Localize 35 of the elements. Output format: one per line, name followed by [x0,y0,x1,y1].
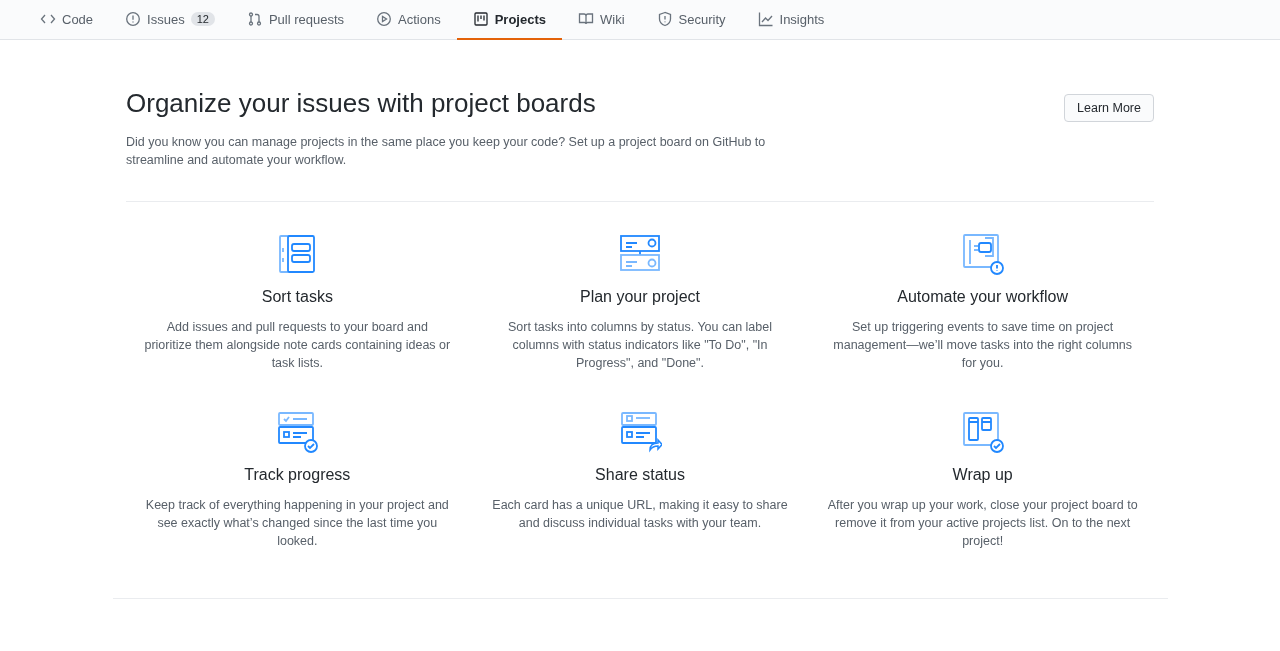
repo-tab[interactable]: Code [24,0,110,40]
intro-text: Did you know you can manage projects in the same place you keep your code? Set up a project board on GitHub to streamline and automate your workflow. [126,134,767,169]
feature-description: Sort tasks into columns by status. You can label columns with status indicators like "To Do", "In Progress", and "Done". [506,319,773,372]
play-icon [376,11,393,27]
repo-tab[interactable]: Actions [360,0,457,40]
feature-title: Automate your workflow [897,288,1068,306]
feature-description: After you wrap up your work, close your project board to remove it from your active projects list. On to the next project! [827,497,1138,550]
feature-title: Track progress [244,466,351,484]
feature-description: Keep track of everything happening in your project and see exactly what’s changed since the last time you looked. [144,497,450,550]
pull-request-icon [246,11,263,27]
repo-tab[interactable]: Pull requests [230,0,361,40]
page-heading: Organize your issues with project boards [126,88,597,119]
repo-tab[interactable]: Insights [741,0,841,40]
issue-count-badge: 12 [190,12,215,26]
board-icon [472,11,489,27]
repo-tab[interactable]: Security [640,0,742,40]
repo-tab[interactable]: Wiki [562,0,641,40]
feature-description: Set up triggering events to save time on project management—we’ll move tasks into the right columns for you. [832,319,1134,372]
shield-icon [656,11,673,27]
feature-title: Wrap up [952,466,1013,484]
share-card-icon [618,410,662,454]
graph-icon [757,11,774,27]
repo-tab[interactable]: Issues 12 [109,0,231,40]
repo-tab[interactable]: Projects [456,0,562,40]
feature-title: Plan your project [579,288,700,306]
learn-more-button[interactable]: Learn More [1064,94,1154,122]
feature-title: Share status [595,466,685,484]
board-check-icon [960,410,1005,454]
board-alert-icon [960,232,1005,276]
issue-icon [125,11,142,27]
feature-description: Each card has a unique URL, making it easy to share and discuss individual tasks with your team. [491,497,789,532]
feature-title: Sort tasks [261,288,333,306]
feature-description: Add issues and pull requests to your board and prioritize them alongside note cards containing ideas or task lists. [143,319,452,372]
checklist-icon [275,410,320,454]
book-icon [578,11,594,27]
